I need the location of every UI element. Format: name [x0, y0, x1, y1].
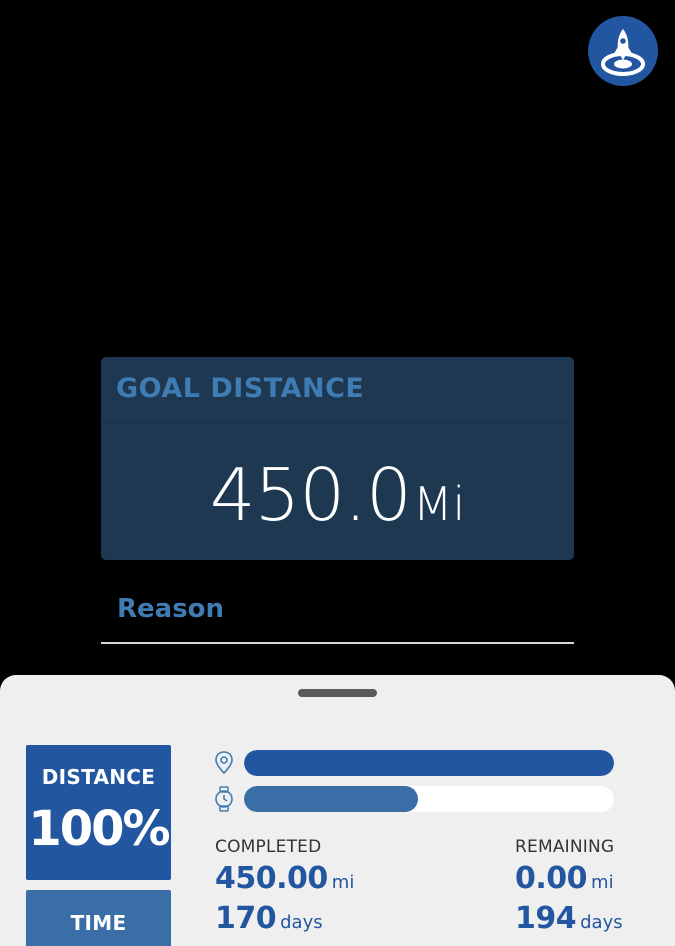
- reason-label[interactable]: Reason: [117, 594, 224, 624]
- goal-distance-unit: Mi: [412, 477, 466, 531]
- completed-label: COMPLETED: [215, 837, 322, 857]
- sheet-drag-handle[interactable]: [298, 689, 377, 697]
- rocket-target-button[interactable]: [588, 16, 658, 86]
- rocket-target-icon: [601, 29, 645, 76]
- goal-distance-number: 450.0: [209, 453, 412, 537]
- time-progress-fill: [244, 786, 418, 812]
- app-screen: GOAL DISTANCE 450.0Mi Reason DISTANCE 10…: [0, 0, 675, 946]
- remaining-label: REMAINING: [515, 837, 615, 857]
- time-tile[interactable]: TIME: [26, 890, 171, 946]
- progress-bottom-sheet: DISTANCE 100% TIME COMPLETED REMAINING 4…: [0, 675, 675, 946]
- watch-icon: [215, 786, 233, 812]
- completed-days-number: 170: [215, 901, 277, 936]
- time-progress-track: [244, 786, 614, 812]
- distance-progress-fill: [244, 750, 614, 776]
- completed-distance: 450.00 mi: [215, 861, 354, 896]
- location-pin-icon: [215, 751, 233, 775]
- distance-percent: 100%: [28, 801, 170, 857]
- remaining-days-unit: days: [580, 912, 623, 933]
- remaining-days-number: 194: [515, 901, 577, 936]
- completed-days-unit: days: [280, 912, 323, 933]
- goal-distance-title: GOAL DISTANCE: [116, 373, 365, 404]
- remaining-distance: 0.00 mi: [515, 861, 614, 896]
- distance-tile-label: DISTANCE: [41, 765, 156, 789]
- completed-distance-unit: mi: [331, 872, 355, 893]
- distance-tile[interactable]: DISTANCE 100%: [26, 745, 171, 880]
- goal-distance-value: 450.0Mi: [101, 453, 574, 537]
- remaining-days: 194 days: [515, 901, 623, 936]
- completed-distance-number: 450.00: [215, 861, 328, 896]
- time-tile-label: TIME: [70, 911, 127, 935]
- remaining-distance-unit: mi: [591, 872, 614, 893]
- remaining-distance-number: 0.00: [515, 861, 588, 896]
- reason-input-underline[interactable]: [101, 642, 574, 644]
- completed-days: 170 days: [215, 901, 323, 936]
- goal-distance-card[interactable]: GOAL DISTANCE 450.0Mi: [101, 357, 574, 560]
- goal-card-divider: [101, 422, 574, 423]
- distance-progress-track: [244, 750, 614, 776]
